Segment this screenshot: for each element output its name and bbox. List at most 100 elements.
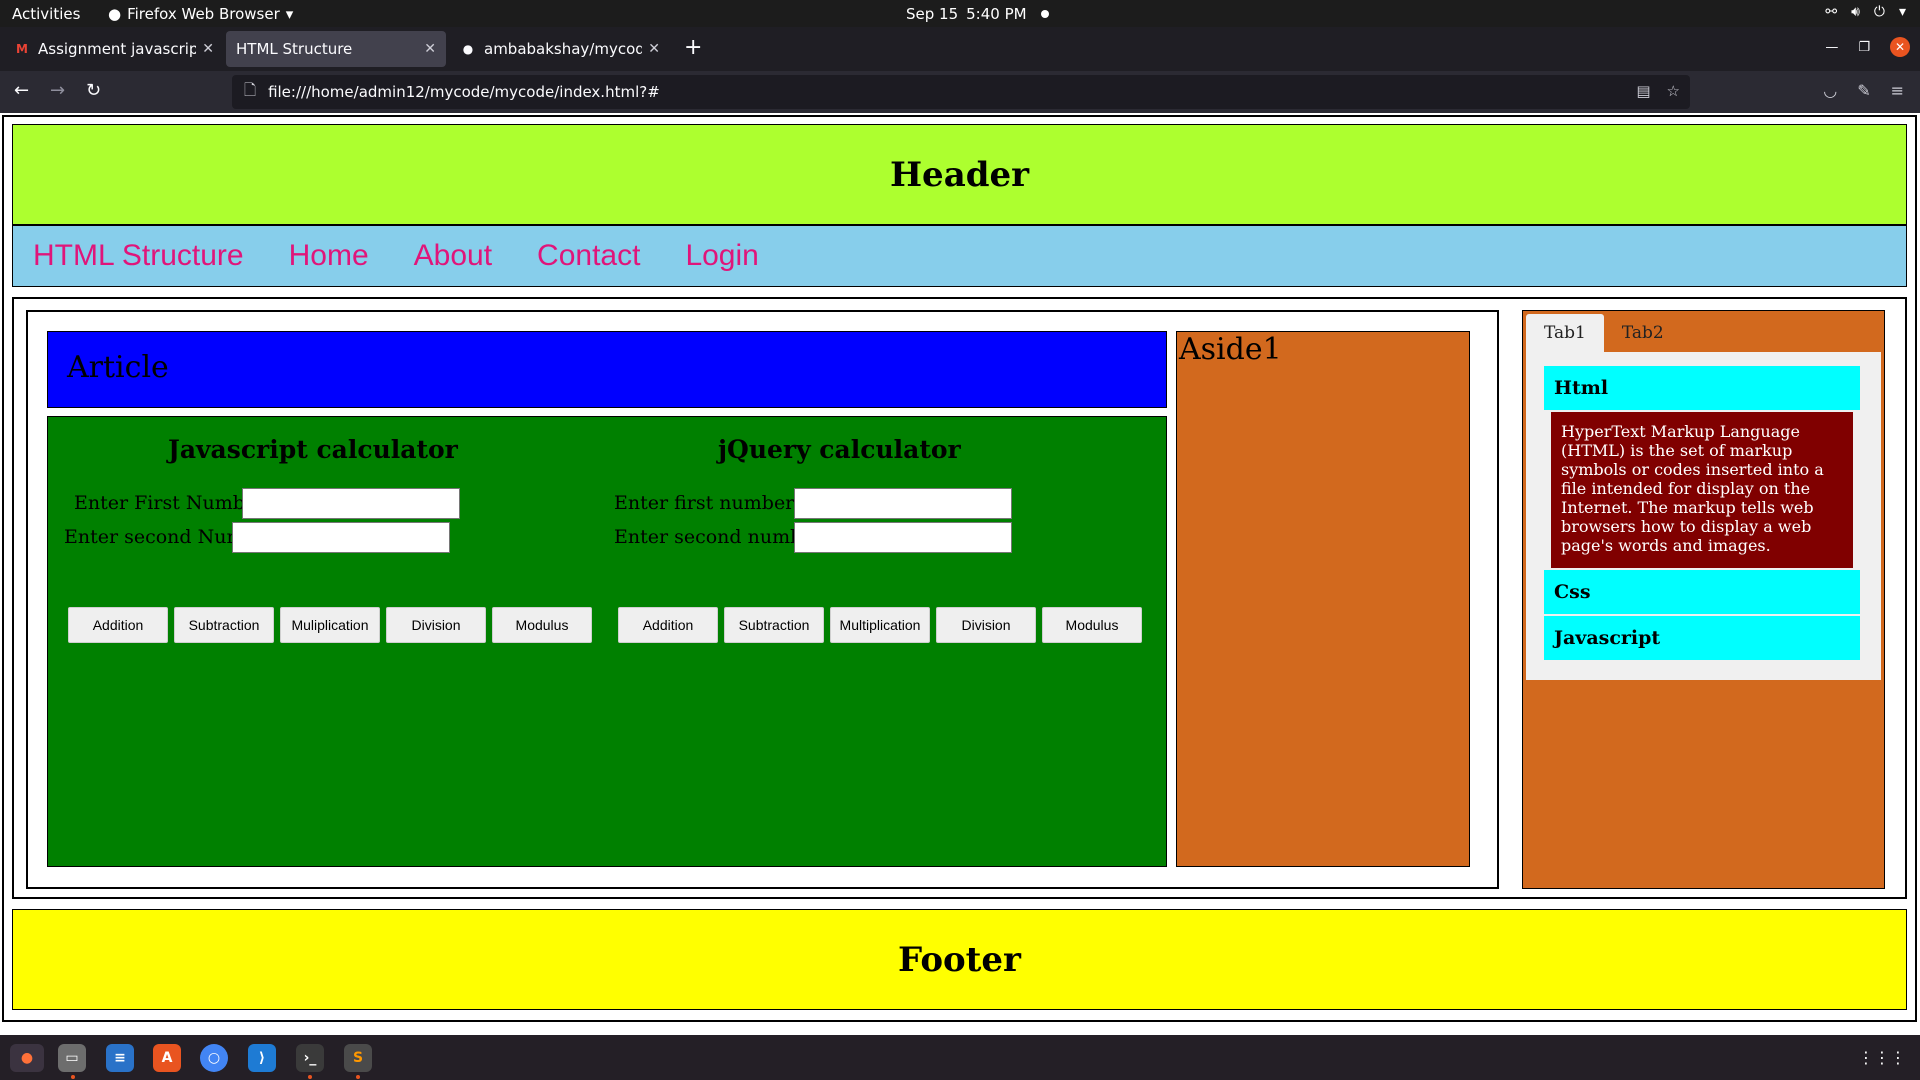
jq-subtraction-button[interactable]: Subtraction	[724, 607, 824, 643]
notification-dot-icon	[1040, 10, 1049, 18]
pocket-icon[interactable]: ◡	[1823, 81, 1837, 100]
terminal-dock-icon[interactable]: ›_	[296, 1044, 324, 1072]
address-bar[interactable]: 🗋 file:///home/admin12/mycode/mycode/ind…	[232, 75, 1690, 109]
accordion-header-javascript[interactable]: Javascript	[1544, 616, 1860, 660]
js-addition-button[interactable]: Addition	[68, 607, 168, 643]
back-icon[interactable]: ←	[14, 80, 29, 101]
running-indicator-icon	[71, 1075, 75, 1079]
restore-icon[interactable]: ❐	[1858, 40, 1870, 55]
js-multiplication-button[interactable]: Muliplication	[280, 607, 380, 643]
nav-link-html-structure[interactable]: HTML Structure	[33, 239, 244, 273]
js-subtraction-button[interactable]: Subtraction	[174, 607, 274, 643]
new-tab-icon[interactable]: +	[684, 35, 702, 60]
tab-panel: Html HyperText Markup Language (HTML) is…	[1526, 352, 1881, 680]
system-tray[interactable]: ⚯ 🔊︎ ⏻ ▾	[1825, 4, 1906, 20]
tab-1[interactable]: Tab1	[1526, 314, 1604, 352]
firefox-dock-icon[interactable]: ●	[10, 1044, 44, 1072]
aside-1: Aside1	[1176, 331, 1470, 867]
accordion-header-css[interactable]: Css	[1544, 570, 1860, 614]
clock-time: 5:40 PM	[966, 5, 1027, 23]
article-heading: Article	[47, 331, 1167, 408]
jq-modulus-button[interactable]: Modulus	[1042, 607, 1142, 643]
edit-pen-icon[interactable]: ✎	[1857, 81, 1870, 100]
app-menu-label: Firefox Web Browser	[127, 5, 280, 23]
power-icon[interactable]: ⏻	[1874, 4, 1885, 20]
nav-link-about[interactable]: About	[414, 239, 492, 273]
caret-down-icon[interactable]: ▾	[1899, 4, 1906, 20]
jq-first-label: Enter first number	[614, 492, 795, 514]
reader-view-icon[interactable]: ▤	[1636, 82, 1650, 100]
gmail-icon: M	[16, 42, 28, 56]
tabs-widget: Tab1 Tab2 Html HyperText Markup Language…	[1526, 314, 1881, 684]
system-top-bar: Activities ● Firefox Web Browser ▾ Sep 1…	[0, 0, 1920, 27]
bookmark-star-icon[interactable]: ☆	[1667, 82, 1680, 100]
files-dock-icon[interactable]: ▭	[58, 1044, 86, 1072]
running-indicator-icon	[308, 1075, 312, 1079]
close-window-icon[interactable]: ✕	[1890, 37, 1910, 57]
accordion-body-html: HyperText Markup Language (HTML) is the …	[1551, 412, 1853, 568]
browser-tab-active[interactable]: HTML Structure ✕	[226, 31, 446, 67]
jq-first-row: Enter first number	[614, 487, 1012, 519]
app-menu[interactable]: ● Firefox Web Browser ▾	[108, 5, 293, 23]
hamburger-menu-icon[interactable]: ≡	[1891, 81, 1904, 100]
window-controls: — ❐ ✕	[1825, 37, 1910, 57]
activities-button[interactable]: Activities	[12, 5, 80, 23]
aside-2-tabs-panel: Tab1 Tab2 Html HyperText Markup Language…	[1522, 310, 1885, 889]
vscode-dock-icon[interactable]: ⟩	[248, 1044, 276, 1072]
jquery-calculator-title: jQuery calculator	[718, 435, 961, 464]
js-second-label: Enter second Number	[64, 526, 277, 548]
browser-tab[interactable]: M Assignment javascript and ✕	[4, 31, 224, 67]
chrome-dock-icon[interactable]: ○	[200, 1044, 228, 1072]
page-header: Header	[12, 124, 1907, 225]
jq-multiplication-button[interactable]: Multiplication	[830, 607, 930, 643]
nav-link-login[interactable]: Login	[685, 239, 758, 273]
caret-down-icon: ▾	[285, 5, 294, 23]
tab-nav: Tab1 Tab2	[1526, 314, 1682, 352]
software-center-dock-icon[interactable]: A	[153, 1044, 181, 1072]
main-section: Article Javascript calculator Enter Firs…	[12, 297, 1907, 899]
js-first-label: Enter First Number	[74, 492, 266, 514]
browser-toolbar: ← → ↻ 🗋 file:///home/admin12/mycode/myco…	[0, 71, 1920, 113]
taskbar-dock: ● ▭ ≡ A ○ ⟩ ›_ S ⋮⋮⋮	[0, 1035, 1920, 1080]
text-editor-dock-icon[interactable]: ≡	[106, 1044, 134, 1072]
close-tab-icon[interactable]: ✕	[648, 41, 660, 57]
jq-second-number-input[interactable]	[794, 521, 1012, 553]
content-wrapper: Article Javascript calculator Enter Firs…	[26, 310, 1499, 889]
nav-link-contact[interactable]: Contact	[537, 239, 640, 273]
sublime-dock-icon[interactable]: S	[344, 1044, 372, 1072]
clock[interactable]: Sep 15 5:40 PM	[906, 5, 1049, 23]
github-icon: ●	[462, 42, 474, 56]
jq-button-row: Addition Subtraction Multiplication Divi…	[618, 607, 1142, 643]
page-footer: Footer	[12, 909, 1907, 1010]
firefox-icon: ●	[108, 5, 122, 23]
close-tab-icon[interactable]: ✕	[202, 41, 214, 57]
tab-title: HTML Structure	[236, 40, 353, 58]
jq-division-button[interactable]: Division	[936, 607, 1036, 643]
forward-icon[interactable]: →	[50, 80, 65, 101]
accordion-header-html[interactable]: Html	[1544, 366, 1860, 410]
network-icon[interactable]: ⚯	[1825, 4, 1837, 20]
jq-first-number-input[interactable]	[794, 487, 1012, 519]
nav-link-home[interactable]: Home	[289, 239, 369, 273]
app-grid-icon[interactable]: ⋮⋮⋮	[1858, 1048, 1906, 1067]
minimize-icon[interactable]: —	[1825, 40, 1838, 55]
tab-2[interactable]: Tab2	[1604, 314, 1682, 352]
volume-icon[interactable]: 🔊︎	[1851, 4, 1860, 20]
main-nav: HTML Structure Home About Contact Login	[12, 225, 1907, 287]
browser-tab[interactable]: ● ambabakshay/mycode ✕	[450, 31, 670, 67]
tab-title: Assignment javascript and	[38, 40, 197, 58]
close-tab-icon[interactable]: ✕	[424, 41, 436, 57]
js-modulus-button[interactable]: Modulus	[492, 607, 592, 643]
calculators-area: Javascript calculator Enter First Number…	[47, 416, 1167, 867]
js-button-row: Addition Subtraction Muliplication Divis…	[68, 607, 592, 643]
page-icon: 🗋	[244, 80, 257, 99]
js-second-row: Enter second Number	[64, 521, 450, 553]
js-first-number-input[interactable]	[242, 487, 460, 519]
running-indicator-icon	[356, 1075, 360, 1079]
clock-date: Sep 15	[906, 5, 959, 23]
js-division-button[interactable]: Division	[386, 607, 486, 643]
reload-icon[interactable]: ↻	[86, 80, 101, 101]
jq-addition-button[interactable]: Addition	[618, 607, 718, 643]
page-viewport: Header HTML Structure Home About Contact…	[0, 113, 1920, 1035]
js-second-number-input[interactable]	[232, 521, 450, 553]
